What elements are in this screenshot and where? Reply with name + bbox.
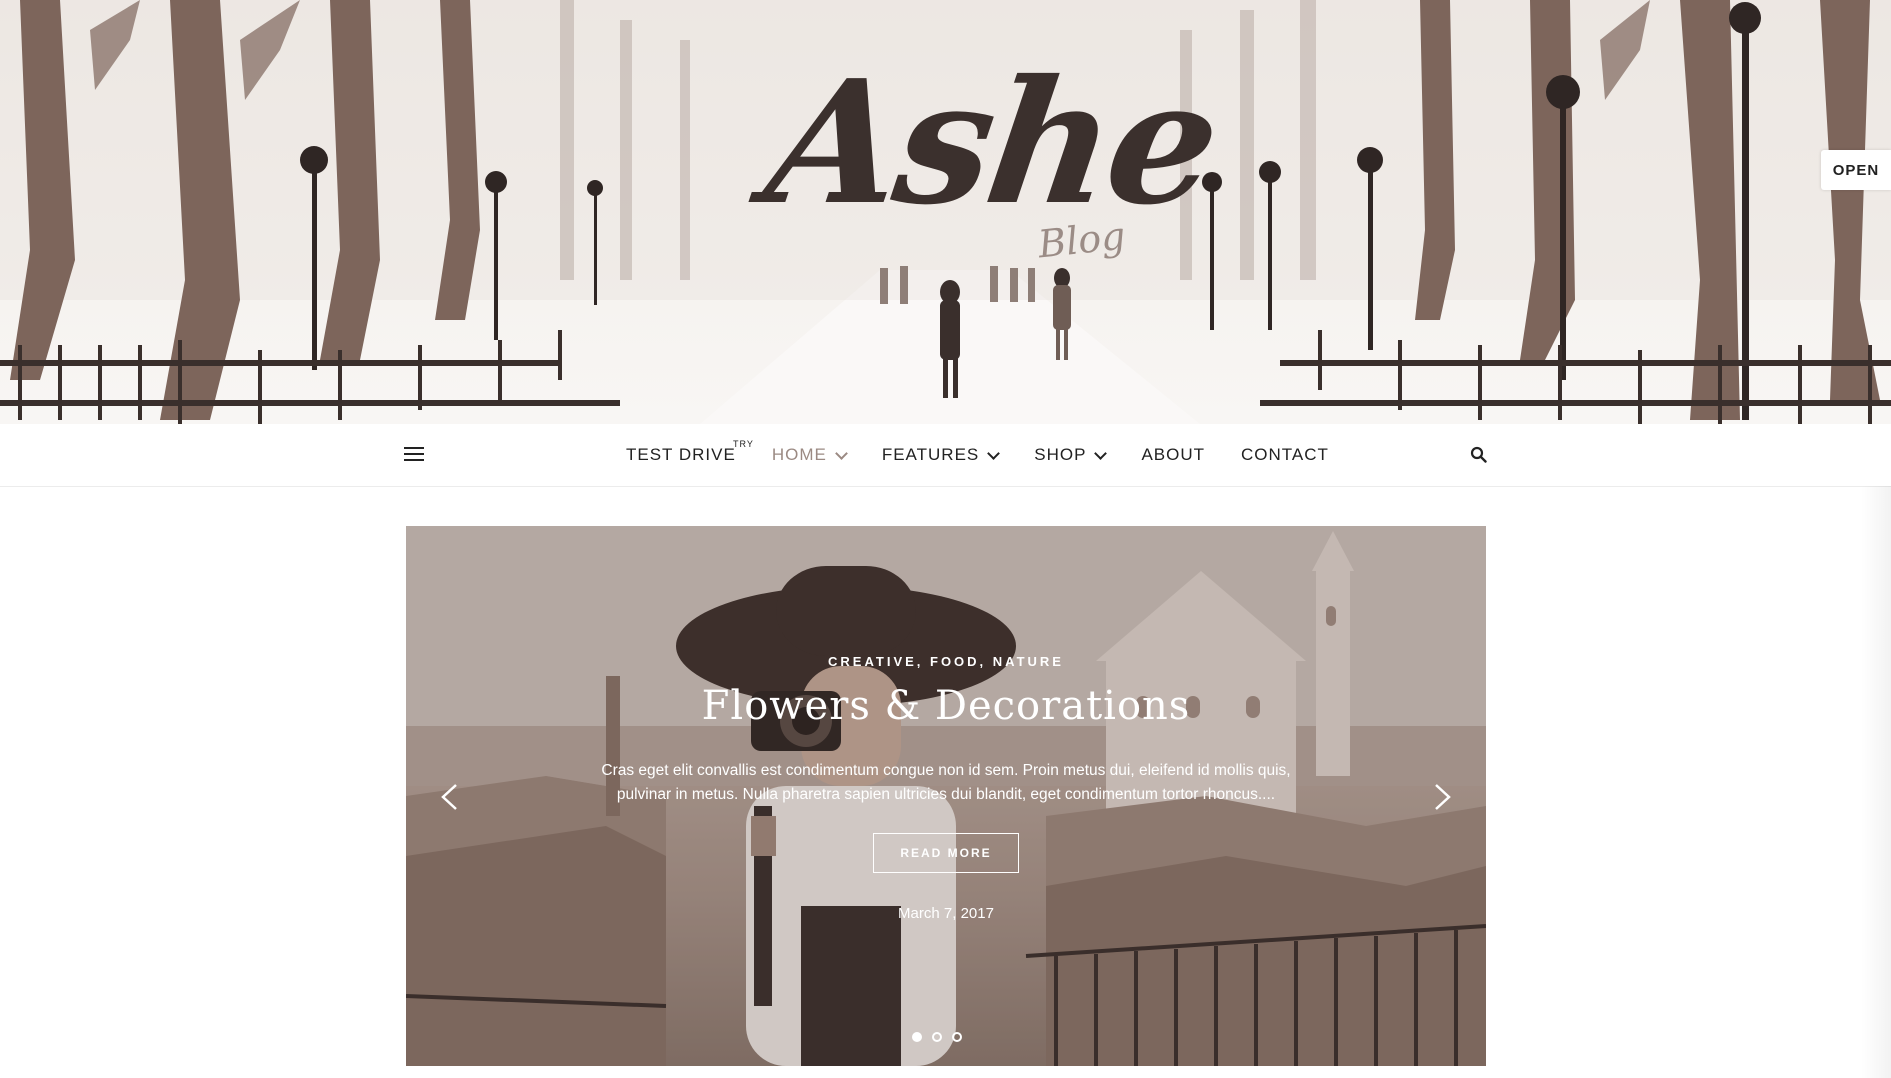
chevron-down-icon: [1094, 446, 1108, 460]
nav-item-label: CONTACT: [1241, 445, 1329, 464]
nav-item-label: TEST DRIVE: [626, 445, 736, 464]
logo-subtitle: Blog: [1035, 213, 1128, 267]
chevron-right-icon[interactable]: [1428, 784, 1454, 810]
nav-item-test-drive[interactable]: TEST DRIVE TRY: [626, 439, 753, 465]
page-edge-shadow: [1861, 486, 1891, 1078]
hamburger-icon[interactable]: [404, 447, 424, 463]
slide-date: March 7, 2017: [898, 905, 994, 922]
nav-item-label: HOME: [771, 445, 827, 464]
slide-title[interactable]: Flowers & Decorations: [546, 683, 1346, 729]
site-logo[interactable]: Ashe Blog: [756, 43, 1227, 268]
nav-item-about[interactable]: ABOUT: [1141, 445, 1205, 465]
slider-dot-1[interactable]: [912, 1032, 922, 1042]
chevron-down-icon: [987, 446, 1001, 460]
nav-item-label: SHOP: [1034, 445, 1087, 464]
chevron-down-icon: [834, 446, 848, 460]
logo-title: Ashe: [755, 43, 1228, 243]
nav-item-label: FEATURES: [881, 445, 980, 464]
slide-categories[interactable]: CREATIVE, FOOD, NATURE: [546, 654, 1346, 669]
slider-dots: [912, 1032, 972, 1042]
read-more-button[interactable]: READ MORE: [873, 833, 1019, 873]
nav-item-contact[interactable]: CONTACT: [1241, 445, 1329, 465]
nav-item-shop[interactable]: SHOP: [1034, 445, 1108, 465]
nav-menu: TEST DRIVE TRY HOME FEATURES SHOP ABOUT …: [626, 424, 1365, 486]
open-panel-tab[interactable]: OPEN: [1821, 150, 1891, 190]
slider-dot-3[interactable]: [952, 1032, 962, 1042]
nav-item-label: ABOUT: [1141, 445, 1205, 464]
search-icon[interactable]: [1470, 446, 1487, 463]
nav-item-features[interactable]: FEATURES: [881, 445, 1001, 465]
nav-item-home[interactable]: HOME: [771, 445, 848, 465]
slide-excerpt: Cras eget elit convallis est condimentum…: [601, 762, 1291, 803]
slider-dot-2[interactable]: [932, 1032, 942, 1042]
main-navigation: TEST DRIVE TRY HOME FEATURES SHOP ABOUT …: [0, 424, 1891, 487]
featured-slider: CREATIVE, FOOD, NATURE Flowers & Decorat…: [406, 526, 1486, 1066]
slide-content: CREATIVE, FOOD, NATURE Flowers & Decorat…: [546, 654, 1346, 922]
chevron-left-icon[interactable]: [438, 784, 464, 810]
header-hero: Ashe Blog OPEN: [0, 0, 1891, 424]
try-badge: TRY: [732, 439, 754, 449]
